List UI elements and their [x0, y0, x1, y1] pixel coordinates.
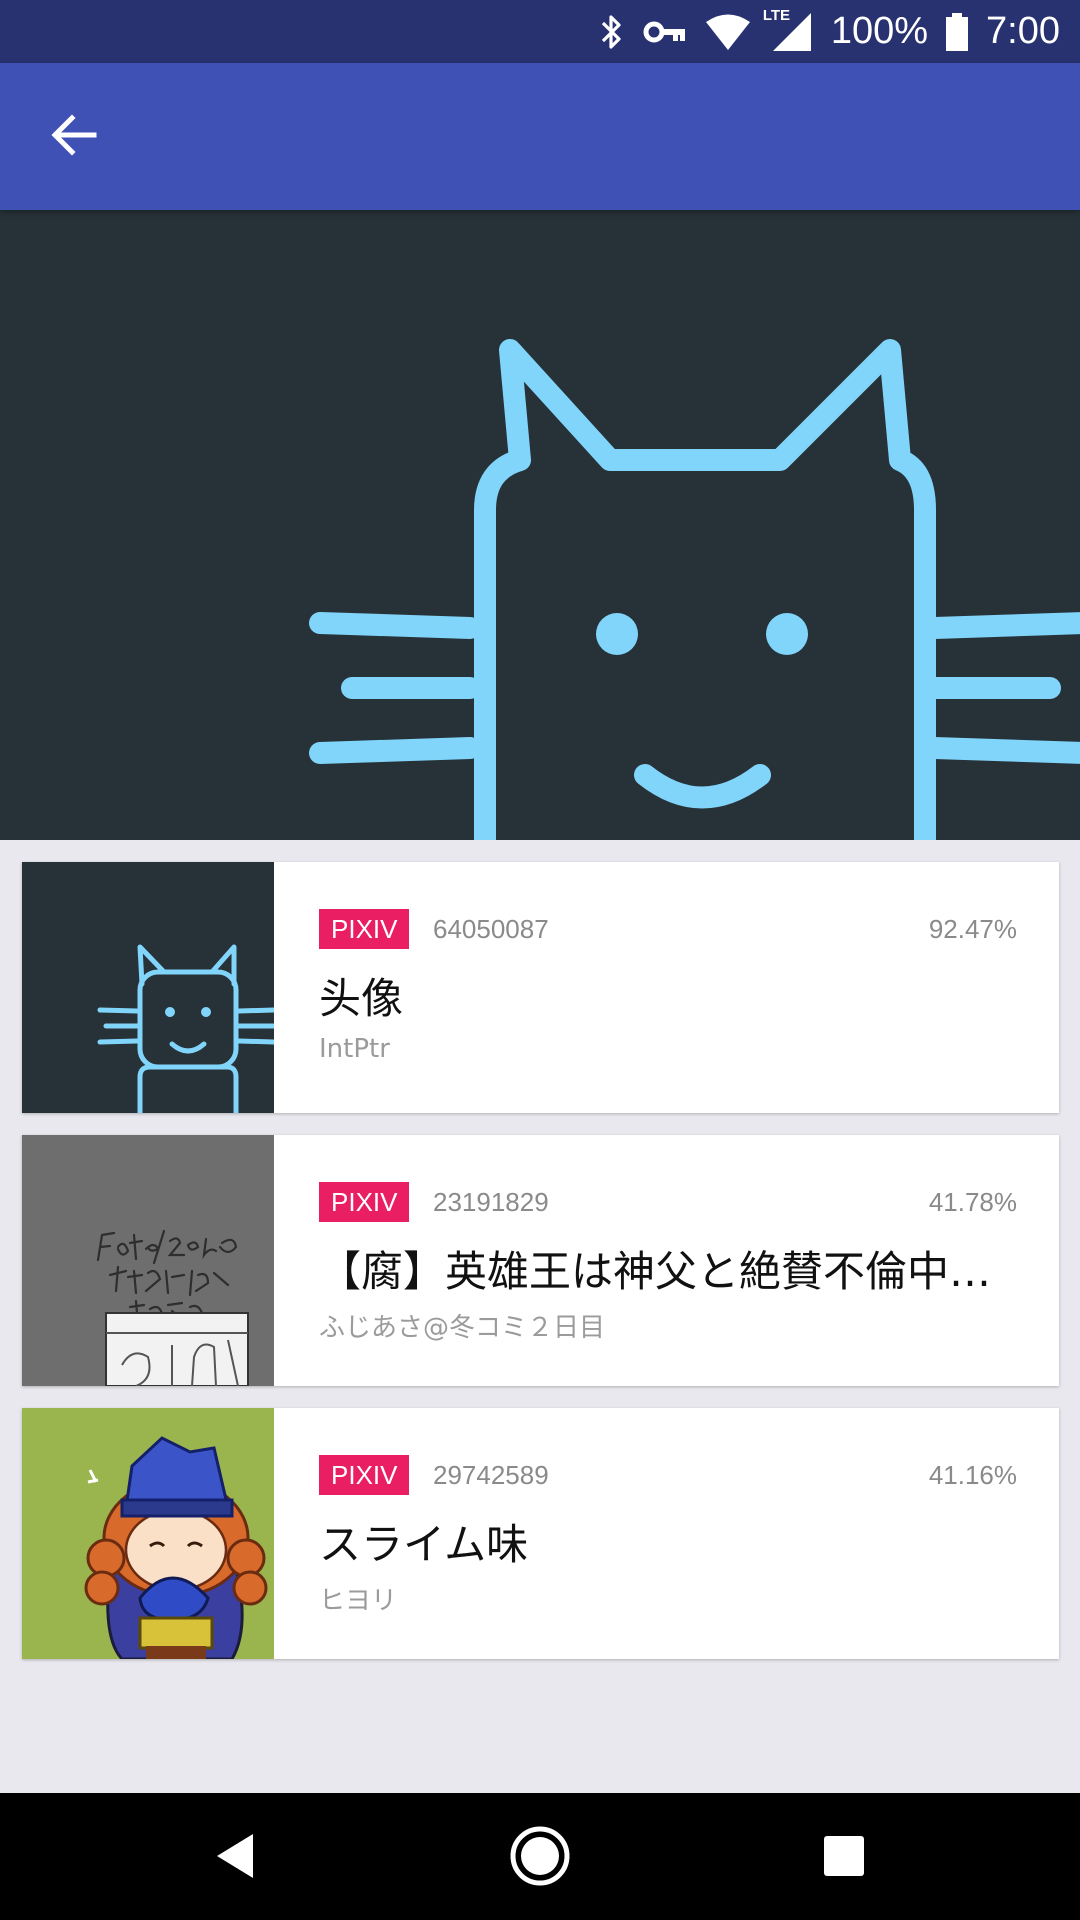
status-icons: LTE 100% 7:00 — [599, 0, 1060, 63]
similarity-score: 92.47% — [928, 914, 1017, 944]
source-badge: PIXIV — [319, 1182, 410, 1222]
result-title: 【腐】英雄王は神父と絶賛不倫中だ… — [319, 1247, 1017, 1296]
clock: 7:00 — [986, 10, 1060, 52]
nav-recents-icon — [823, 1835, 865, 1881]
wifi-icon — [705, 13, 751, 51]
result-author: ヒヨリ — [319, 1586, 398, 1616]
result-author: ふじあさ@冬コミ２日目 — [319, 1313, 606, 1343]
illust-id: 23191829 — [433, 1187, 549, 1217]
bluetooth-icon — [599, 12, 625, 52]
illust-id: 64050087 — [433, 914, 549, 944]
status-bar: LTE 100% 7:00 — [0, 0, 1080, 63]
nav-back-icon — [213, 1832, 257, 1884]
arrow-back-icon — [50, 113, 98, 161]
chibi-character-thumbnail — [22, 1408, 274, 1659]
result-author: IntPtr — [319, 1034, 390, 1064]
nav-home-icon — [509, 1825, 571, 1891]
app-bar — [0, 63, 1080, 210]
signal-icon: LTE — [763, 7, 813, 53]
nav-home-button[interactable] — [505, 1823, 575, 1893]
similarity-score: 41.78% — [928, 1187, 1017, 1217]
battery-percent: 100% — [830, 10, 929, 52]
navigation-bar — [0, 1793, 1080, 1920]
result-title: スライム味 — [319, 1520, 529, 1569]
result-title: 头像 — [319, 974, 404, 1023]
results-list: PIXIV 64050087 92.47% 头像 IntPtr PIXIV 23… — [22, 862, 1059, 1681]
result-card[interactable]: PIXIV 23191829 41.78% 【腐】英雄王は神父と絶賛不倫中だ… … — [22, 1135, 1059, 1386]
nav-recents-button[interactable] — [809, 1823, 879, 1893]
source-badge: PIXIV — [319, 909, 410, 949]
source-badge: PIXIV — [319, 1455, 410, 1495]
sketch-thumbnail — [22, 1135, 274, 1386]
result-card[interactable]: PIXIV 29742589 41.16% スライム味 ヒヨリ — [22, 1408, 1059, 1659]
cat-logo-image — [309, 339, 1080, 840]
result-meta: PIXIV 29742589 41.16% スライム味 ヒヨリ — [319, 1408, 1017, 1659]
cat-logo-thumbnail — [22, 862, 274, 1113]
result-meta: PIXIV 64050087 92.47% 头像 IntPtr — [319, 862, 1017, 1113]
result-card[interactable]: PIXIV 64050087 92.47% 头像 IntPtr — [22, 862, 1059, 1113]
network-type-label: LTE — [762, 6, 791, 24]
illust-id: 29742589 — [433, 1460, 549, 1490]
result-meta: PIXIV 23191829 41.78% 【腐】英雄王は神父と絶賛不倫中だ… … — [319, 1135, 1017, 1386]
similarity-score: 41.16% — [928, 1460, 1017, 1490]
search-image-preview — [0, 210, 1080, 840]
vpn-key-icon — [643, 19, 687, 45]
nav-back-button[interactable] — [200, 1823, 270, 1893]
back-button[interactable] — [34, 103, 114, 171]
battery-icon — [946, 12, 969, 51]
